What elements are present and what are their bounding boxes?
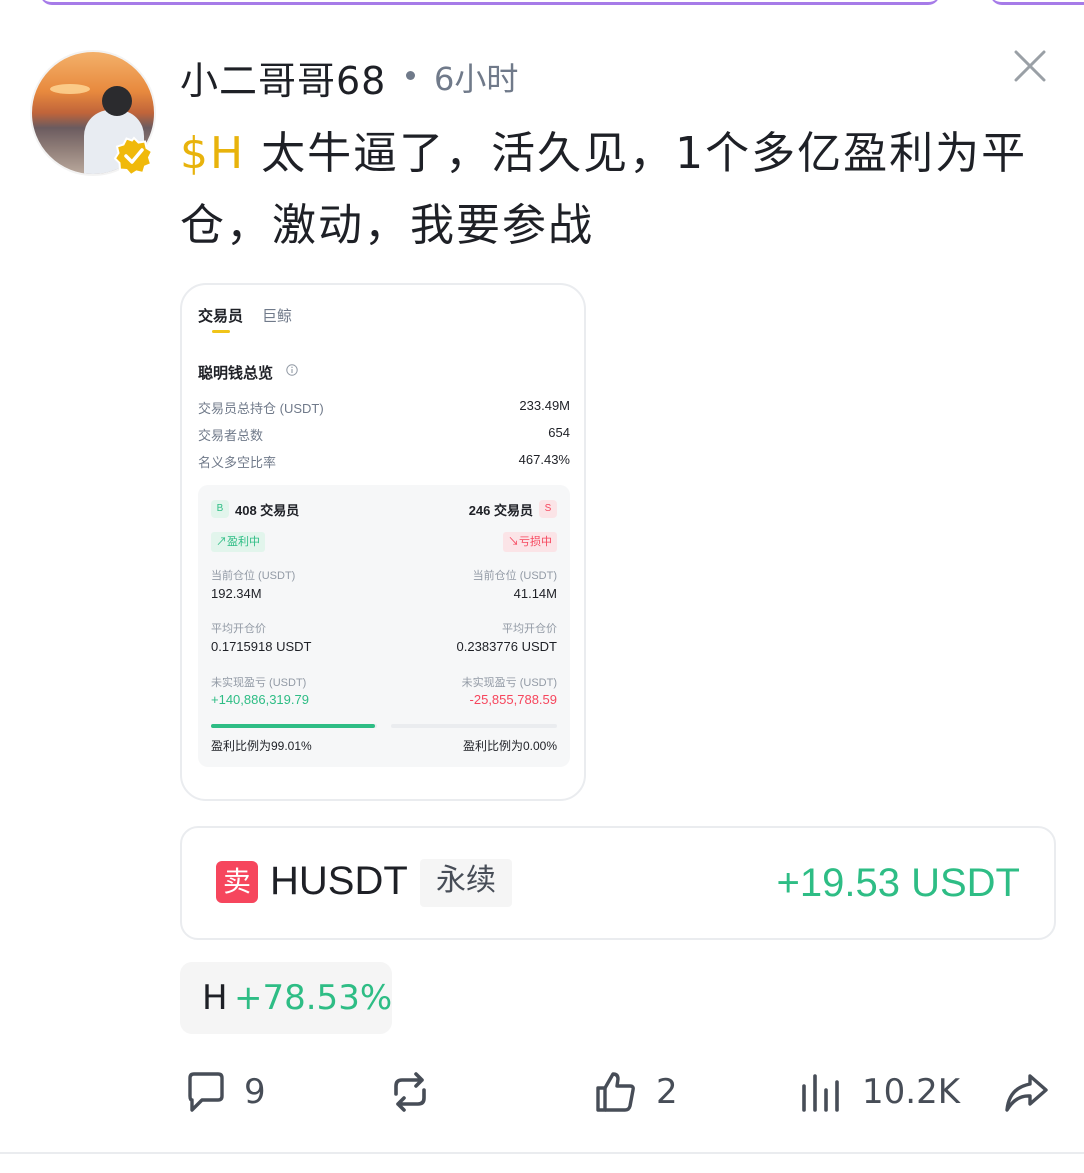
price-change-chip[interactable]: H +78.53% [180, 962, 392, 1034]
like-icon[interactable] [592, 1068, 640, 1116]
repost-icon[interactable] [386, 1068, 434, 1116]
short-avg-price-label: 平均开仓价 [502, 623, 557, 635]
post-body: 太牛逼了，活久见，1个多亿盈利为平仓，激动，我要参战 [180, 128, 1028, 251]
tab-whales[interactable]: 巨鲸 [262, 305, 292, 326]
separator-dot [406, 71, 415, 80]
comment-icon[interactable] [182, 1068, 230, 1116]
sell-side-icon: 卖 [216, 861, 258, 903]
close-icon[interactable] [1010, 46, 1050, 86]
short-pnl-value: -25,855,788.59 [469, 692, 557, 707]
long-trader-count: 408 交易员 [235, 503, 300, 518]
top-tab-indicator-right [990, 0, 1084, 5]
short-profit-bar [391, 724, 557, 728]
info-icon[interactable] [286, 364, 298, 376]
divider [0, 1152, 1084, 1154]
embedded-screenshot-card[interactable]: 交易员 巨鲸 聪明钱总览 交易员总持仓 (USDT) 233.49M 交易者总数… [180, 283, 586, 801]
long-position-label: 当前仓位 (USDT) [211, 570, 296, 582]
like-count: 2 [656, 1072, 678, 1112]
tab-traders[interactable]: 交易员 [198, 305, 243, 326]
price-change-percent: +78.53% [234, 978, 393, 1018]
active-tab-underline [212, 330, 230, 333]
short-avg-price-value: 0.2383776 USDT [456, 639, 557, 654]
long-status-pill: ↗盈利中 [211, 532, 265, 552]
short-position-label: 当前仓位 (USDT) [472, 570, 557, 582]
long-position-value: 192.34M [211, 586, 262, 601]
view-count: 10.2K [862, 1072, 960, 1112]
short-trader-count: 246 交易员 [468, 503, 533, 518]
position-pnl: +19.53 USDT [776, 861, 1020, 905]
short-profit-ratio: 盈利比例为0.00% [462, 739, 557, 753]
long-short-panel: B 408 交易员 246 交易员 S ↗盈利中 ↘亏损中 当前仓位 (USDT… [198, 485, 570, 767]
comment-count: 9 [244, 1072, 266, 1112]
long-badge: B [211, 500, 229, 518]
long-profit-ratio: 盈利比例为99.01% [211, 739, 312, 753]
long-pnl-label: 未实现盈亏 (USDT) [211, 677, 307, 689]
long-profit-bar-fill [211, 724, 376, 728]
long-pnl-value: +140,886,319.79 [211, 692, 309, 707]
contract-type-tag: 永续 [420, 859, 512, 907]
share-icon[interactable] [1002, 1068, 1050, 1116]
short-position-value: 41.14M [513, 586, 557, 601]
cashtag-link[interactable]: $H [180, 128, 245, 179]
trading-pair: HUSDT [270, 859, 408, 903]
long-profit-bar [211, 724, 377, 728]
post-text: $H 太牛逼了，活久见，1个多亿盈利为平仓，激动，我要参战 [180, 118, 1060, 262]
long-avg-price-label: 平均开仓价 [211, 623, 266, 635]
views-icon[interactable] [798, 1068, 846, 1116]
price-change-symbol: H [202, 978, 228, 1018]
trade-position-card[interactable]: 卖 HUSDT 永续 +19.53 USDT [180, 826, 1056, 940]
long-avg-price-value: 0.1715918 USDT [211, 639, 312, 654]
post-time: 6小时 [434, 60, 519, 98]
short-pnl-label: 未实现盈亏 (USDT) [461, 677, 557, 689]
username[interactable]: 小二哥哥68 [180, 50, 386, 105]
verified-badge-icon [114, 136, 154, 176]
section-title: 聪明钱总览 [198, 365, 274, 382]
short-status-pill: ↘亏损中 [503, 532, 557, 552]
top-tab-indicator [40, 0, 940, 5]
short-badge: S [539, 500, 557, 518]
